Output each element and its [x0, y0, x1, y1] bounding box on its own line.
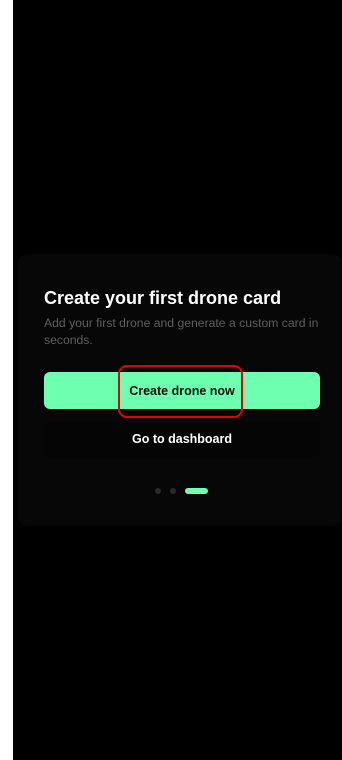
create-drone-button[interactable]: Create drone now [44, 372, 320, 409]
onboarding-subtitle: Add your first drone and generate a cust… [44, 316, 319, 347]
pagination-dot-2[interactable] [170, 488, 176, 494]
go-to-dashboard-button-label: Go to dashboard [132, 432, 232, 446]
onboarding-title: Create your first drone card [44, 288, 282, 308]
pagination-dot-3-active[interactable] [185, 488, 208, 494]
pagination-dots [155, 488, 208, 494]
app-screen: Create your first drone card Add your fi… [13, 0, 342, 760]
create-drone-button-label: Create drone now [129, 383, 235, 398]
go-to-dashboard-button[interactable]: Go to dashboard [44, 421, 320, 457]
pagination-dot-1[interactable] [155, 488, 161, 494]
